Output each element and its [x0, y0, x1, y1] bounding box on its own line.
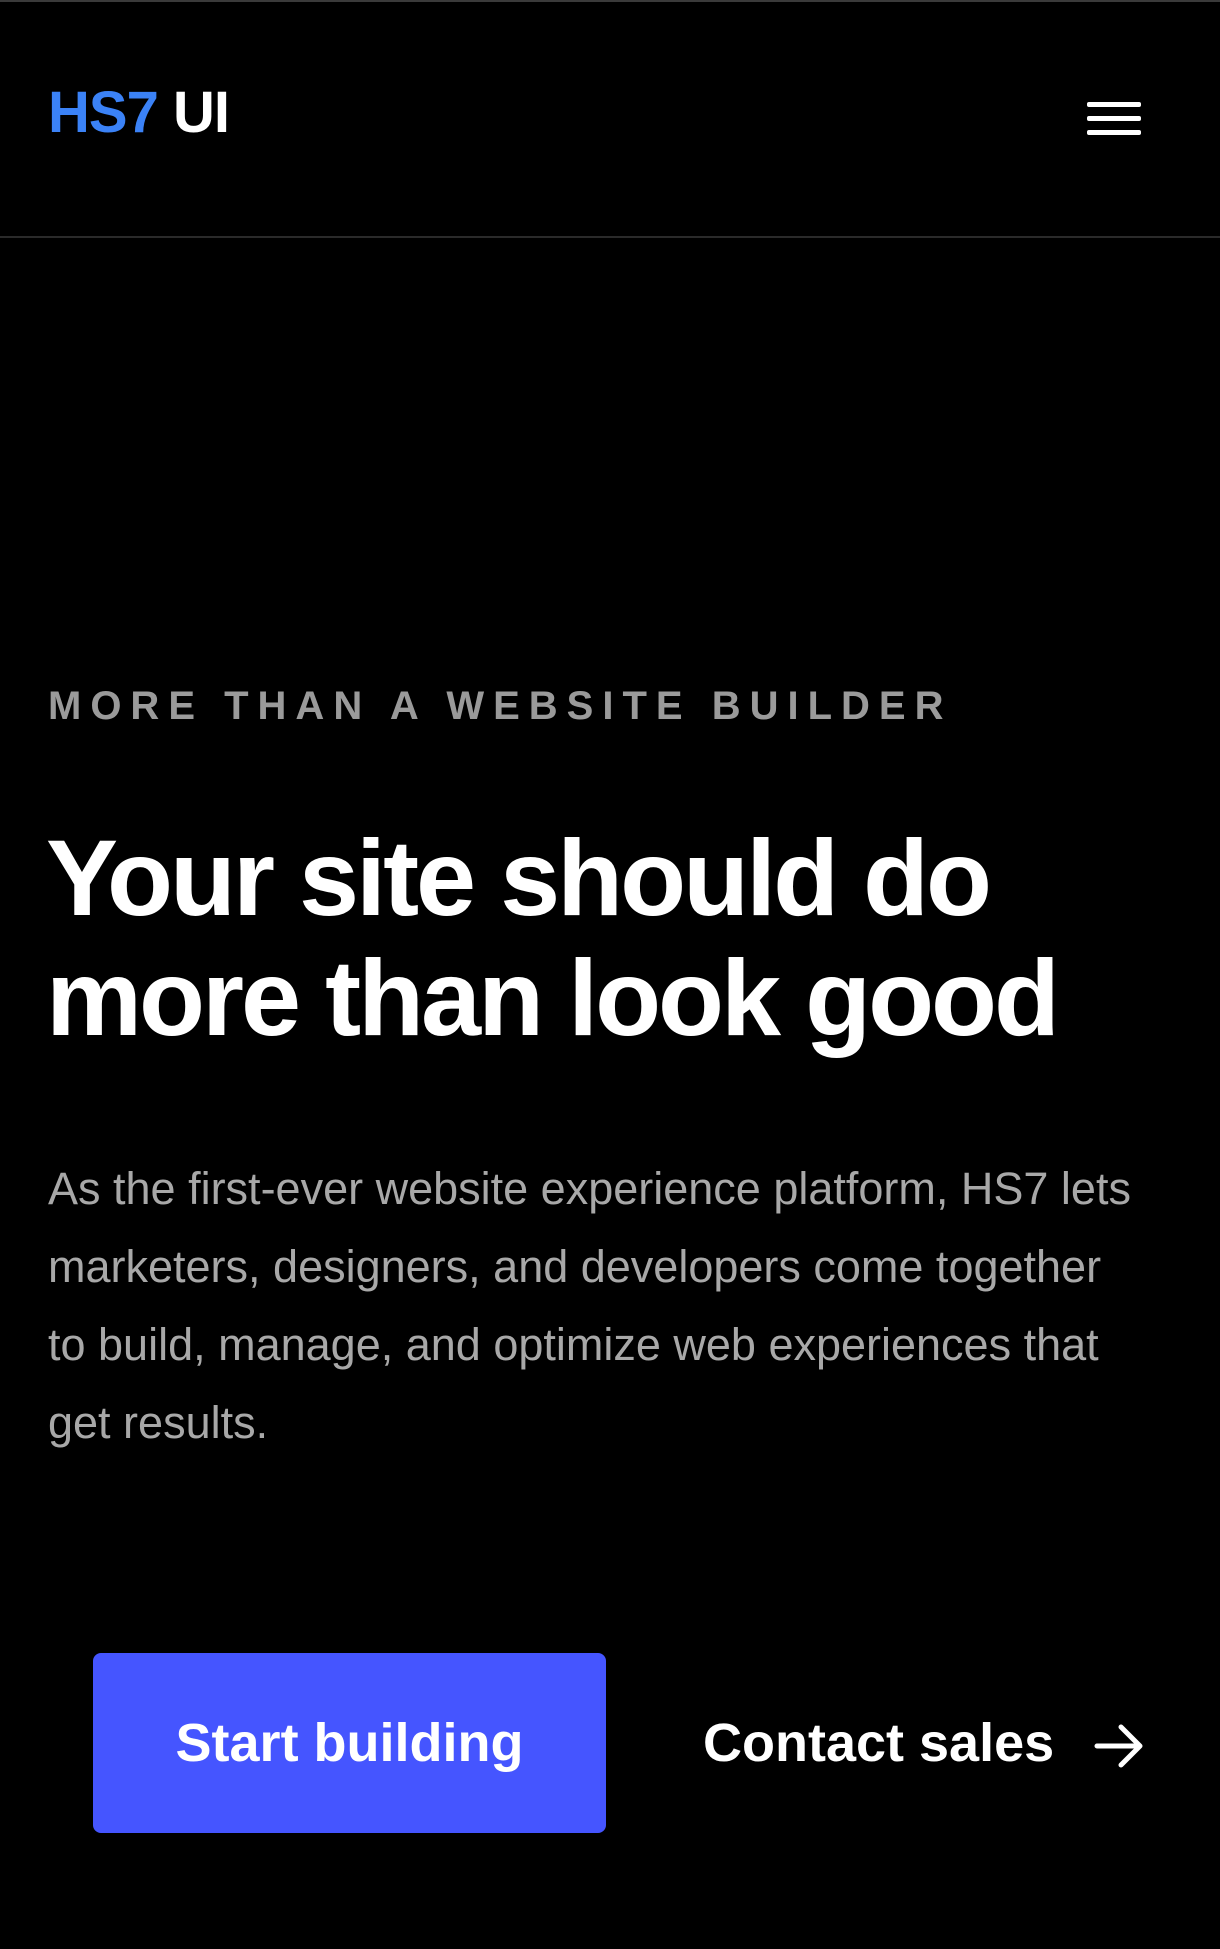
hero-eyebrow: MORE THAN A WEBSITE BUILDER: [48, 684, 953, 728]
logo-brand-text: HS7: [48, 80, 159, 145]
logo-suffix-text: UI: [172, 80, 230, 145]
hero-headline: Your site should do more than look good: [46, 817, 1060, 1058]
contact-sales-label: Contact sales: [703, 1713, 1055, 1773]
start-building-label: Start building: [175, 1713, 524, 1773]
contact-sales-link[interactable]: Contact sales: [703, 1653, 1146, 1833]
site-logo[interactable]: HS7 UI: [48, 84, 230, 142]
hamburger-menu-icon[interactable]: [1080, 92, 1141, 136]
navbar: HS7 UI: [0, 2, 1220, 238]
menu-bar-middle: [1087, 116, 1141, 121]
hero-description: As the first-ever website experience pla…: [48, 1163, 1131, 1448]
start-building-button[interactable]: Start building: [93, 1653, 606, 1833]
arrow-right-icon: [1094, 1720, 1146, 1768]
menu-bar-bottom: [1087, 130, 1141, 135]
menu-bar-top: [1087, 102, 1141, 107]
